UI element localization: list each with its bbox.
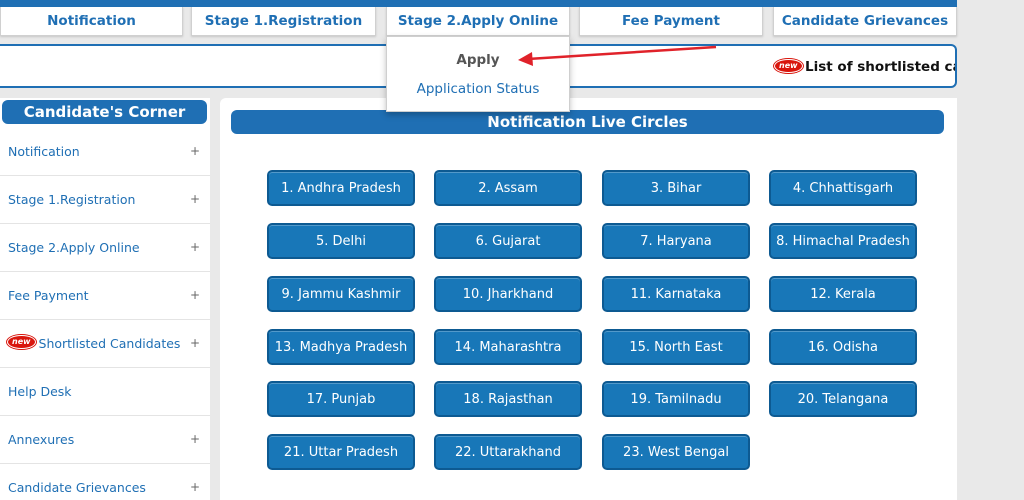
circle-button[interactable]: 6. Gujarat [434,223,582,259]
circle-button[interactable]: 5. Delhi [267,223,415,259]
circle-button[interactable]: 17. Punjab [267,381,415,417]
nav-stage1-registration[interactable]: Stage 1.Registration [191,7,376,36]
sidebar-item-label: Stage 2.Apply Online [8,240,140,255]
expand-plus-icon[interactable]: + [190,432,200,446]
main-panel: Notification Live Circles 1. Andhra Prad… [220,98,957,500]
sidebar-item-stage2-apply-online[interactable]: Stage 2.Apply Online + [0,224,210,272]
ticker-link[interactable]: new List of shortlisted candi [775,59,955,75]
sidebar-item-notification[interactable]: Notification + [0,128,210,176]
dropdown-item-application-status[interactable]: Application Status [387,81,569,97]
circle-button[interactable]: 23. West Bengal [602,434,750,470]
expand-plus-icon[interactable]: + [190,144,200,158]
sidebar-item-label: Stage 1.Registration [8,192,136,207]
sidebar-item-label: Help Desk [8,384,72,399]
circle-button[interactable]: 7. Haryana [602,223,750,259]
main-nav: Notification Stage 1.Registration Stage … [0,7,957,37]
nav-candidate-grievances[interactable]: Candidate Grievances [773,7,957,36]
ticker-text: List of shortlisted candi [805,59,955,75]
circle-button[interactable]: 13. Madhya Pradesh [267,329,415,365]
sidebar-item-label: Candidate Grievances [8,480,146,495]
circle-button[interactable]: 1. Andhra Pradesh [267,170,415,206]
circle-button[interactable]: 3. Bihar [602,170,750,206]
circle-button[interactable]: 12. Kerala [769,276,917,312]
new-badge-icon: new [8,335,35,348]
expand-plus-icon[interactable]: + [190,240,200,254]
candidates-corner-sidebar: Candidate's Corner Notification + Stage … [0,98,210,500]
sidebar-item-stage1-registration[interactable]: Stage 1.Registration + [0,176,210,224]
circle-button[interactable]: 14. Maharashtra [434,329,582,365]
circle-button[interactable]: 20. Telangana [769,381,917,417]
nav-notification[interactable]: Notification [0,7,183,36]
circle-button[interactable]: 22. Uttarakhand [434,434,582,470]
sidebar-item-help-desk[interactable]: Help Desk [0,368,210,416]
sidebar-item-label: Shortlisted Candidates [38,336,181,351]
sidebar-item-fee-payment[interactable]: Fee Payment + [0,272,210,320]
sidebar-item-shortlisted-candidates[interactable]: new Shortlisted Candidates + [0,320,210,368]
top-accent-bar [0,0,957,7]
circle-button[interactable]: 16. Odisha [769,329,917,365]
nav-stage2-apply-online[interactable]: Stage 2.Apply Online [386,7,570,36]
circle-button[interactable]: 18. Rajasthan [434,381,582,417]
circle-button[interactable]: 8. Himachal Pradesh [769,223,917,259]
page-margin [957,0,1024,500]
circle-button[interactable]: 10. Jharkhand [434,276,582,312]
circle-button[interactable]: 19. Tamilnadu [602,381,750,417]
sidebar-title: Candidate's Corner [2,100,207,124]
main-title: Notification Live Circles [231,110,944,134]
sidebar-item-label: Annexures [8,432,75,447]
expand-plus-icon[interactable]: + [190,288,200,302]
circle-button[interactable]: 15. North East [602,329,750,365]
circle-button[interactable]: 2. Assam [434,170,582,206]
apply-online-dropdown: Apply Application Status [386,36,570,112]
circle-button[interactable]: 9. Jammu Kashmir [267,276,415,312]
sidebar-item-label: Fee Payment [8,288,89,303]
dropdown-item-apply[interactable]: Apply [387,52,569,68]
circle-button[interactable]: 4. Chhattisgarh [769,170,917,206]
expand-plus-icon[interactable]: + [190,192,200,206]
sidebar-item-label: Notification [8,144,80,159]
sidebar-item-candidate-grievances[interactable]: Candidate Grievances + [0,464,210,500]
expand-plus-icon[interactable]: + [190,336,200,350]
nav-fee-payment[interactable]: Fee Payment [579,7,763,36]
circle-button[interactable]: 21. Uttar Pradesh [267,434,415,470]
circle-button[interactable]: 11. Karnataka [602,276,750,312]
expand-plus-icon[interactable]: + [190,480,200,494]
new-badge-icon: new [775,60,802,72]
sidebar-item-annexures[interactable]: Annexures + [0,416,210,464]
